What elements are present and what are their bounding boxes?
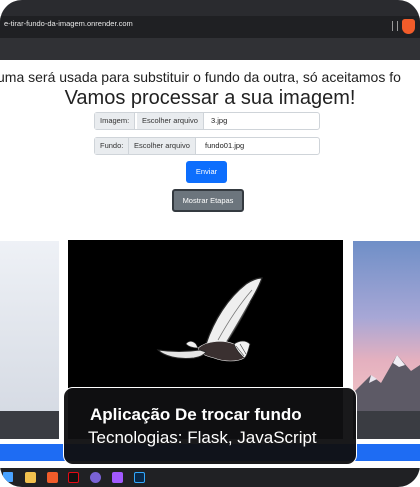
caption-subtitle: Tecnologias: Flask, JavaScript bbox=[88, 428, 317, 447]
figma-icon[interactable] bbox=[112, 472, 123, 483]
chrome-icon[interactable] bbox=[90, 472, 101, 483]
left-preview-image bbox=[0, 241, 59, 411]
address-bar[interactable]: e-tirar-fundo-da-imagem.onrender.com bbox=[0, 16, 420, 38]
photoshop-icon[interactable] bbox=[134, 472, 145, 483]
mountain-image bbox=[353, 355, 420, 411]
background-choose-file-button[interactable]: Escolher arquivo bbox=[129, 138, 196, 154]
right-preview-footer bbox=[353, 411, 420, 439]
info-text: uma será usada para substituir o fundo d… bbox=[0, 69, 401, 85]
image-file-input[interactable]: Imagem: Escolher arquivo 3.jpg bbox=[94, 112, 320, 130]
background-field-label: Fundo: bbox=[95, 138, 130, 154]
netflix-icon[interactable] bbox=[68, 472, 79, 483]
brave-icon[interactable] bbox=[47, 472, 58, 483]
screen-frame: e-tirar-fundo-da-imagem.onrender.com uma… bbox=[0, 0, 420, 487]
page-title: Vamos processar a sua imagem! bbox=[64, 87, 356, 109]
bookmarks-bar bbox=[0, 38, 420, 60]
background-filename: fundo01.jpg bbox=[205, 141, 245, 150]
show-steps-button[interactable]: Mostrar Etapas bbox=[172, 189, 244, 212]
image-choose-file-button[interactable]: Escolher arquivo bbox=[137, 113, 204, 129]
taskbar bbox=[0, 468, 420, 487]
image-filename: 3.jpg bbox=[211, 116, 228, 125]
brave-shield-icon[interactable] bbox=[402, 19, 415, 34]
image-field-label: Imagem: bbox=[95, 113, 136, 129]
caption-overlay: Aplicação De trocar fundo Tecnologias: F… bbox=[63, 387, 357, 465]
browser-chrome: e-tirar-fundo-da-imagem.onrender.com bbox=[0, 0, 420, 60]
address-url[interactable]: e-tirar-fundo-da-imagem.onrender.com bbox=[4, 19, 133, 28]
windows-icon[interactable] bbox=[3, 472, 13, 482]
pause-icon[interactable] bbox=[392, 21, 398, 31]
submit-button[interactable]: Enviar bbox=[186, 161, 227, 183]
left-preview-footer bbox=[0, 411, 59, 439]
file-explorer-icon[interactable] bbox=[25, 472, 36, 483]
background-file-input[interactable]: Fundo: Escolher arquivo fundo01.jpg bbox=[94, 137, 320, 155]
caption-title: Aplicação De trocar fundo bbox=[90, 405, 302, 424]
